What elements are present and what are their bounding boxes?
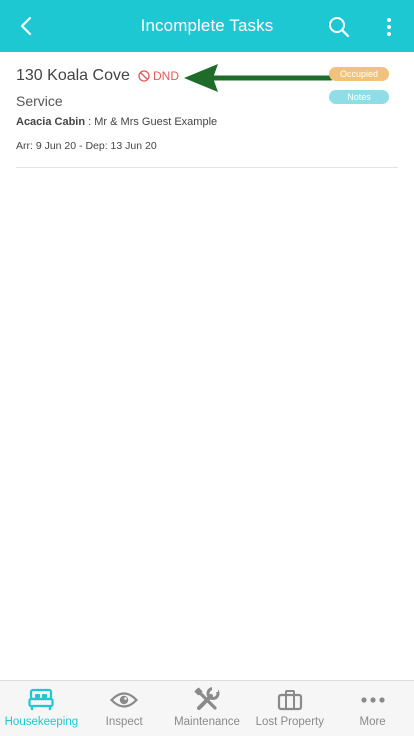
nav-lost-property[interactable]: Lost Property	[248, 681, 331, 736]
search-button[interactable]	[322, 10, 356, 44]
nav-more[interactable]: More	[331, 681, 414, 736]
briefcase-icon	[277, 690, 302, 711]
nav-inspect[interactable]: Inspect	[83, 681, 166, 736]
more-dots-icon	[360, 697, 385, 703]
search-icon	[329, 17, 350, 38]
dnd-indicator: DND	[138, 69, 179, 83]
nav-label: Inspect	[105, 716, 143, 728]
nav-label: Lost Property	[255, 716, 324, 728]
task-list-item[interactable]: 130 Koala Cove DND Service Acacia Cabin …	[16, 52, 398, 168]
guest-separator: :	[85, 116, 95, 128]
cabin-name: Acacia Cabin	[16, 116, 86, 128]
page-title: Incomplete Tasks	[140, 16, 274, 35]
dnd-label: DND	[153, 69, 179, 83]
vertical-dots-icon	[387, 18, 391, 36]
app-screen: Incomplete Tasks 130 Koala Cove DND Serv…	[0, 0, 414, 736]
nav-maintenance[interactable]: Maintenance	[166, 681, 249, 736]
chevron-left-icon	[20, 16, 32, 36]
nav-label: More	[359, 716, 386, 728]
top-bar: Incomplete Tasks	[0, 0, 414, 52]
tools-icon	[194, 687, 220, 710]
nav-label: Housekeeping	[4, 716, 79, 728]
stay-dates: Arr: 9 Jun 20 - Dep: 13 Jun 20	[16, 140, 157, 152]
no-entry-icon	[138, 70, 150, 82]
annotation-arrow	[184, 64, 334, 92]
notes-badge[interactable]: Notes	[329, 90, 389, 104]
nav-label: Maintenance	[174, 716, 240, 728]
bed-icon	[28, 688, 54, 710]
nav-housekeeping[interactable]: Housekeeping	[0, 681, 83, 736]
overflow-menu-button[interactable]	[376, 10, 402, 44]
task-type: Service	[16, 93, 63, 109]
bottom-navigation: Housekeeping Inspect Maintenance Lost Pr…	[0, 680, 414, 736]
guest-info: Acacia Cabin : Mr & Mrs Guest Example	[16, 116, 217, 128]
occupied-badge: Occupied	[329, 67, 389, 81]
back-button[interactable]	[10, 10, 42, 42]
room-name: 130 Koala Cove	[16, 67, 130, 84]
guest-name: Mr & Mrs Guest Example	[94, 116, 218, 128]
eye-icon	[110, 692, 139, 708]
